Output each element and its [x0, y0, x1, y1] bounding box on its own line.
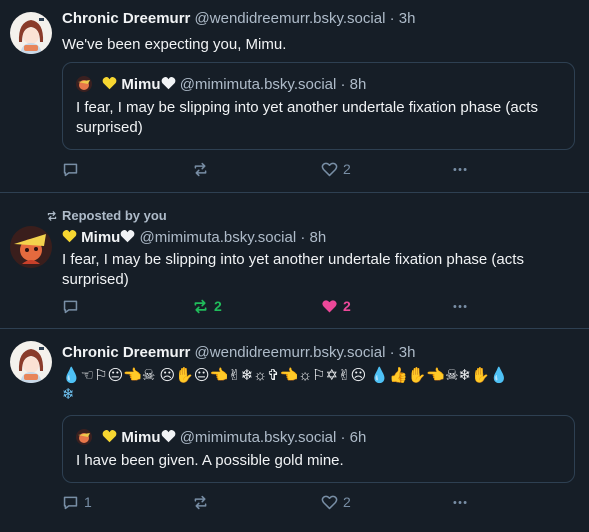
repost-icon	[194, 162, 207, 176]
author-handle[interactable]: @wendidreemurr.bsky.social	[195, 344, 386, 361]
like-count: 2	[343, 161, 351, 177]
author-name[interactable]: Chronic Dreemurr	[62, 344, 190, 361]
like-button[interactable]: 2	[321, 492, 351, 512]
quote-author-name: Mimu	[121, 76, 161, 93]
yellow-heart-icon	[62, 229, 77, 249]
post[interactable]: Reposted by you Mimu @mimimuta.bsky.soci…	[0, 193, 589, 329]
like-button[interactable]: 2	[321, 159, 351, 179]
quote-time: · 6h	[340, 429, 367, 446]
heart-outline-icon	[321, 495, 338, 509]
yellow-heart-icon	[102, 429, 117, 449]
white-heart-icon	[120, 229, 135, 249]
quote-author-handle: @mimimuta.bsky.social	[179, 429, 337, 446]
quote-avatar	[76, 429, 92, 445]
post-time[interactable]: · 3h	[390, 10, 416, 27]
post-header: Chronic Dreemurr @wendidreemurr.bsky.soc…	[62, 343, 415, 363]
post-text-line: 💧☜⚐😐👈☠ ☹✋😐👈✌❄☼✞👈☼⚐✡✌☹ 💧👍✋👈☠❄✋💧	[62, 367, 509, 384]
quote-avatar	[76, 76, 92, 92]
post-time[interactable]: · 3h	[390, 344, 416, 361]
quote-header: Mimu @mimimuta.bsky.social · 8h	[76, 75, 366, 95]
post-time[interactable]: · 8h	[300, 229, 326, 246]
repost-button[interactable]: 2	[192, 296, 222, 316]
quote-post[interactable]: Mimu @mimimuta.bsky.social · 6h I have b…	[62, 415, 575, 483]
reply-icon	[63, 300, 78, 313]
post-header: Mimu @mimimuta.bsky.social · 8h	[62, 228, 326, 248]
post-text-line: ❄	[62, 386, 75, 403]
repost-icon	[47, 211, 57, 221]
reply-icon	[63, 163, 78, 176]
like-count: 2	[343, 494, 351, 510]
repost-label[interactable]: Reposted by you	[62, 208, 167, 224]
like-button[interactable]: 2	[321, 296, 351, 316]
more-options-button[interactable]	[451, 159, 469, 179]
quote-text: I have been given. A possible gold mine.	[76, 452, 344, 469]
repost-button[interactable]	[192, 159, 214, 179]
reply-icon	[63, 496, 78, 509]
quote-time: · 8h	[340, 76, 367, 93]
avatar[interactable]	[10, 226, 52, 268]
post-text: We've been expecting you, Mimu.	[62, 36, 287, 53]
reply-button[interactable]	[62, 159, 84, 179]
white-heart-icon	[161, 76, 176, 96]
author-handle[interactable]: @wendidreemurr.bsky.social	[195, 10, 386, 27]
post[interactable]: Chronic Dreemurr @wendidreemurr.bsky.soc…	[0, 329, 589, 532]
more-options-button[interactable]	[451, 296, 469, 316]
post-actions: 2	[62, 159, 482, 179]
author-name[interactable]: Mimu	[81, 229, 120, 246]
repost-button[interactable]	[192, 492, 214, 512]
reply-button[interactable]: 1	[62, 492, 92, 512]
more-options-button[interactable]	[451, 492, 469, 512]
repost-indicator: Reposted by you	[46, 208, 167, 224]
reply-count: 1	[84, 494, 92, 510]
quote-text: I fear, I may be slipping into yet anoth…	[76, 99, 538, 136]
heart-outline-icon	[321, 162, 338, 176]
quote-post[interactable]: Mimu @mimimuta.bsky.social · 8h I fear, …	[62, 62, 575, 150]
reply-button[interactable]	[62, 296, 84, 316]
repost-count: 2	[214, 298, 222, 314]
white-heart-icon	[161, 429, 176, 449]
quote-author-handle: @mimimuta.bsky.social	[179, 76, 337, 93]
post[interactable]: Chronic Dreemurr @wendidreemurr.bsky.soc…	[0, 0, 589, 193]
post-actions: 1 2	[62, 492, 482, 512]
quote-author-name: Mimu	[121, 429, 161, 446]
heart-filled-icon	[322, 299, 337, 312]
ellipsis-icon	[453, 500, 467, 504]
avatar[interactable]	[10, 341, 52, 383]
ellipsis-icon	[453, 167, 467, 171]
quote-header: Mimu @mimimuta.bsky.social · 6h	[76, 428, 366, 448]
post-header: Chronic Dreemurr @wendidreemurr.bsky.soc…	[62, 9, 415, 29]
repost-active-icon	[194, 299, 207, 313]
post-text: I fear, I may be slipping into yet anoth…	[62, 251, 524, 288]
author-name[interactable]: Chronic Dreemurr	[62, 10, 190, 27]
repost-icon	[194, 495, 207, 509]
ellipsis-icon	[453, 304, 467, 308]
yellow-heart-icon	[102, 76, 117, 96]
post-actions: 2 2	[62, 296, 482, 316]
like-count: 2	[343, 298, 351, 314]
author-handle[interactable]: @mimimuta.bsky.social	[140, 229, 297, 246]
avatar[interactable]	[10, 12, 52, 54]
